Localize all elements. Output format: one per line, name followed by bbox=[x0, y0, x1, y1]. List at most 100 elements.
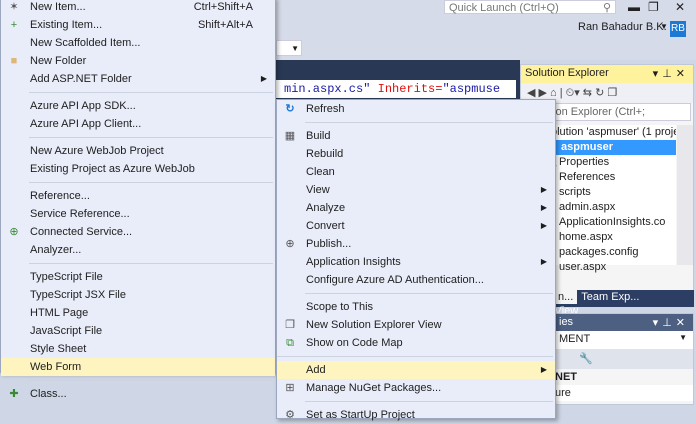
menu-label: Application Insights bbox=[306, 256, 401, 268]
menu-label: New Azure WebJob Project bbox=[30, 145, 164, 157]
menu-label: JavaScript File bbox=[30, 325, 103, 337]
gear-icon: ⚙ bbox=[285, 409, 295, 421]
code-attribute: Inherits= bbox=[377, 82, 443, 96]
menu-item-publish[interactable]: ⊕ Publish... bbox=[277, 235, 555, 253]
selected-object: MENT bbox=[559, 333, 591, 345]
menu-label: Connected Service... bbox=[30, 226, 133, 238]
menu-item-clean[interactable]: Clean bbox=[277, 163, 555, 181]
menu-label: New Solution Explorer View bbox=[306, 319, 442, 331]
node-label: scripts bbox=[559, 186, 591, 198]
menu-item-analyze[interactable]: Analyze ▶ bbox=[277, 199, 555, 217]
node-label: packages.config bbox=[559, 246, 639, 258]
menu-item-configure-azure-ad[interactable]: Configure Azure AD Authentication... bbox=[277, 271, 555, 289]
avatar[interactable]: RB bbox=[670, 21, 686, 37]
submenu-arrow-icon: ▶ bbox=[540, 221, 547, 230]
menu-item-refresh[interactable]: ↻ Refresh bbox=[277, 100, 555, 118]
menu-item-existing-item[interactable]: + Existing Item... Shift+Alt+A bbox=[1, 16, 275, 34]
menu-label: Web Form bbox=[30, 361, 82, 373]
menu-label: Set as StartUp Project bbox=[306, 409, 415, 421]
close-button[interactable]: ✕ bbox=[675, 0, 685, 14]
user-name[interactable]: Ran Bahadur B.K. bbox=[578, 21, 667, 33]
menu-label: Existing Project as Azure WebJob bbox=[30, 163, 195, 175]
menu-item-new-folder[interactable]: ■ New Folder bbox=[1, 52, 275, 70]
panel-title: Solution Explorer bbox=[525, 67, 609, 79]
menu-item-html-page[interactable]: HTML Page bbox=[1, 304, 275, 322]
menu-item-new-webjob[interactable]: New Azure WebJob Project bbox=[1, 142, 275, 160]
add-submenu: ✶ New Item... Ctrl+Shift+A + Existing Item.… bbox=[0, 0, 276, 400]
class-icon: ✚ bbox=[9, 388, 19, 400]
panel-controls[interactable]: ▾⊥✕ bbox=[653, 316, 689, 329]
connected-service-icon: ⊕ bbox=[9, 226, 19, 238]
menu-item-style-sheet[interactable]: Style Sheet bbox=[1, 340, 275, 358]
minimize-button[interactable]: ▬ bbox=[628, 0, 640, 14]
menu-label: Add ASP.NET Folder bbox=[30, 73, 132, 85]
menu-item-reference[interactable]: Reference... bbox=[1, 187, 275, 205]
publish-icon: ⊕ bbox=[285, 238, 295, 250]
menu-label: Scope to This bbox=[306, 301, 374, 313]
separator bbox=[305, 401, 553, 402]
menu-item-set-startup[interactable]: ⚙ Set as StartUp Project bbox=[277, 406, 555, 424]
separator bbox=[29, 380, 273, 381]
separator bbox=[305, 293, 553, 294]
menu-item-application-insights[interactable]: Application Insights ▶ bbox=[277, 253, 555, 271]
folder-icon: ■ bbox=[10, 55, 18, 67]
submenu-arrow-icon: ▶ bbox=[540, 365, 547, 374]
existing-item-icon: + bbox=[10, 19, 18, 31]
menu-label: Manage NuGet Packages... bbox=[306, 382, 442, 394]
menu-item-analyzer[interactable]: Analyzer... bbox=[1, 241, 275, 259]
menu-label: Class... bbox=[30, 388, 67, 400]
menu-label: Convert bbox=[306, 220, 345, 232]
menu-label: Show on Code Map bbox=[306, 337, 403, 349]
menu-item-view[interactable]: View ▶ bbox=[277, 181, 555, 199]
menu-item-scope-to-this[interactable]: Scope to This bbox=[277, 298, 555, 316]
menu-item-new-item[interactable]: ✶ New Item... Ctrl+Shift+A bbox=[1, 0, 275, 16]
menu-item-add-aspnet-folder[interactable]: Add ASP.NET Folder ▶ bbox=[1, 70, 275, 88]
config-dropdown[interactable]: ▼ bbox=[276, 40, 302, 56]
code-text: min.aspx.cs" bbox=[284, 82, 378, 96]
menu-label: Clean bbox=[306, 166, 335, 178]
menu-item-typescript-jsx-file[interactable]: TypeScript JSX File bbox=[1, 286, 275, 304]
tab-team-explorer[interactable]: Team Exp... bbox=[577, 290, 643, 304]
menu-label: Add bbox=[306, 364, 326, 376]
menu-label: Rebuild bbox=[306, 148, 344, 160]
menu-label: Service Reference... bbox=[30, 208, 130, 220]
quick-launch-input[interactable]: Quick Launch (Ctrl+Q) ⚲ bbox=[444, 0, 616, 14]
menu-item-azure-api-sdk[interactable]: Azure API App SDK... bbox=[1, 97, 275, 115]
menu-label: New Folder bbox=[30, 55, 87, 67]
menu-item-rebuild[interactable]: Rebuild bbox=[277, 145, 555, 163]
menu-item-show-on-code-map[interactable]: ⧉ Show on Code Map bbox=[277, 334, 555, 352]
menu-label: HTML Page bbox=[30, 307, 89, 319]
menu-label: Analyze bbox=[306, 202, 346, 214]
menu-item-existing-webjob[interactable]: Existing Project as Azure WebJob bbox=[1, 160, 275, 178]
search-icon: ⚲ bbox=[602, 2, 611, 14]
menu-label: Reference... bbox=[30, 190, 90, 202]
menu-item-web-form[interactable]: Web Form bbox=[1, 358, 275, 376]
menu-item-add[interactable]: Add ▶ bbox=[277, 361, 555, 379]
vertical-scrollbar[interactable] bbox=[677, 125, 693, 265]
restore-button[interactable]: ❐ bbox=[648, 0, 659, 14]
menu-item-connected-service[interactable]: ⊕ Connected Service... bbox=[1, 223, 275, 241]
node-label: ApplicationInsights.co bbox=[559, 216, 666, 228]
submenu-arrow-icon: ▶ bbox=[540, 203, 547, 212]
menu-item-service-reference[interactable]: Service Reference... bbox=[1, 205, 275, 223]
code-line[interactable]: min.aspx.cs" Inherits="aspmuse bbox=[276, 80, 516, 98]
separator bbox=[29, 92, 273, 93]
menu-item-convert[interactable]: Convert ▶ bbox=[277, 217, 555, 235]
menu-item-manage-nuget[interactable]: ⊞ Manage NuGet Packages... bbox=[277, 379, 555, 397]
menu-item-azure-api-client[interactable]: Azure API App Client... bbox=[1, 115, 275, 133]
project-context-menu: ↻ Refresh ▦ Build Rebuild Clean View ▶ Anal… bbox=[276, 99, 556, 421]
separator bbox=[29, 263, 273, 264]
menu-item-class[interactable]: ✚ Class... bbox=[1, 385, 275, 403]
menu-item-javascript-file[interactable]: JavaScript File bbox=[1, 322, 275, 340]
panel-controls[interactable]: ▾⊥✕ bbox=[653, 67, 689, 80]
chevron-down-icon[interactable]: ▼ bbox=[660, 22, 668, 31]
node-label: user.aspx bbox=[559, 261, 607, 273]
separator bbox=[29, 182, 273, 183]
menu-item-typescript-file[interactable]: TypeScript File bbox=[1, 268, 275, 286]
menu-item-new-solution-explorer-view[interactable]: ❐ New Solution Explorer View bbox=[277, 316, 555, 334]
menu-item-new-scaffolded-item[interactable]: New Scaffolded Item... bbox=[1, 34, 275, 52]
menu-item-build[interactable]: ▦ Build bbox=[277, 127, 555, 145]
build-icon: ▦ bbox=[284, 130, 296, 142]
new-view-icon: ❐ bbox=[285, 319, 295, 331]
menu-label: TypeScript JSX File bbox=[30, 289, 126, 301]
